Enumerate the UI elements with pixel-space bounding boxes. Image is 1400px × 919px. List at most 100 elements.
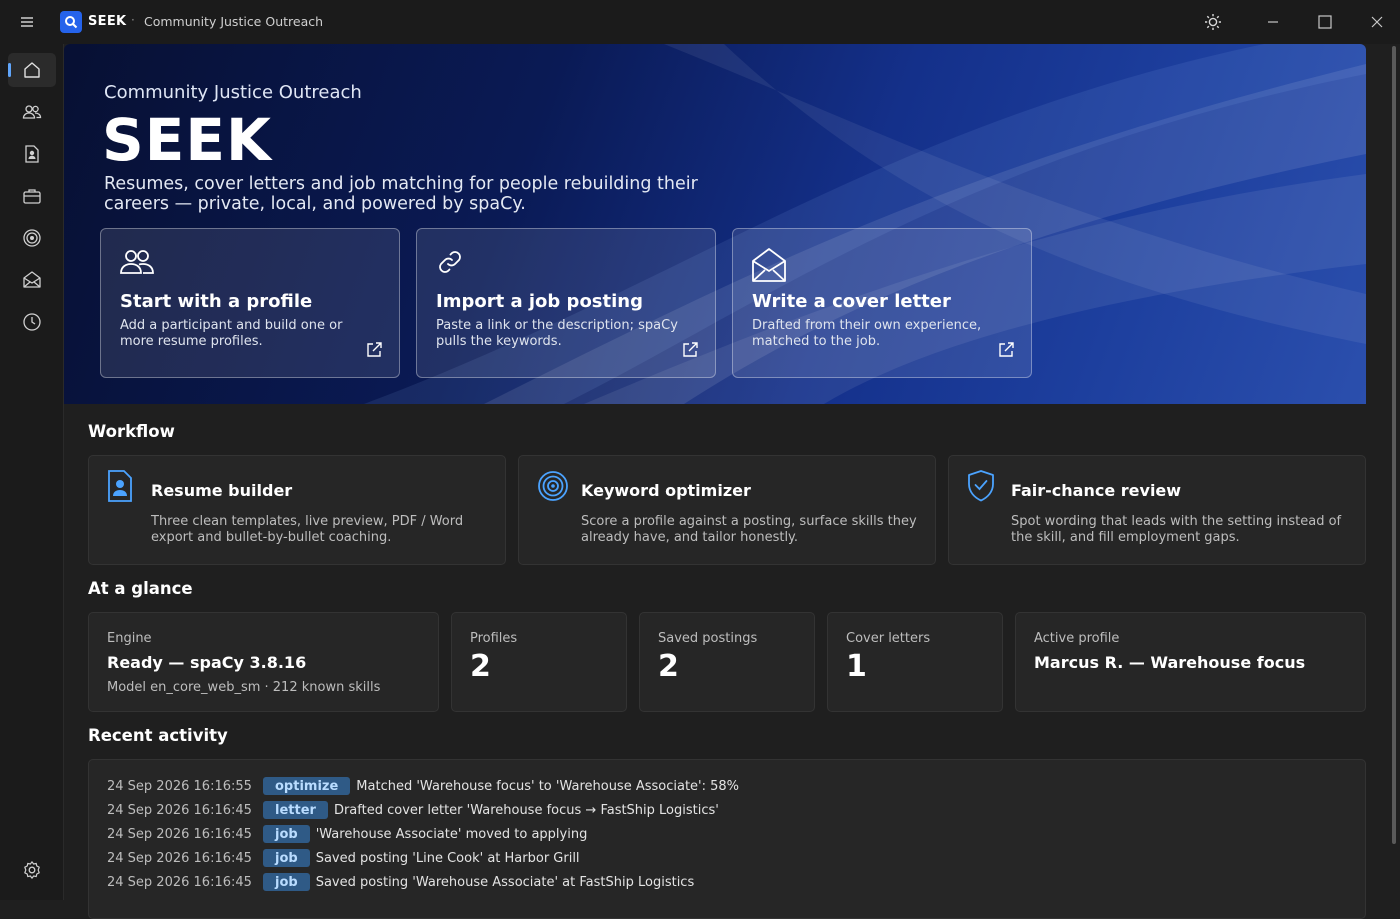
sidebar-item-settings[interactable]	[8, 853, 56, 887]
fair-chance-review-title: Fair-chance review	[1011, 481, 1182, 500]
cover-letters-label: Cover letters	[846, 631, 931, 646]
target-icon	[23, 229, 41, 247]
activity-time: 24 Sep 2026 16:16:45	[107, 874, 252, 890]
people-icon	[22, 105, 42, 119]
profiles-label: Profiles	[470, 631, 518, 646]
app-logo-search-icon	[60, 11, 82, 33]
main-content: Community Justice Outreach SEEK Resumes,…	[64, 44, 1366, 919]
envelope-open-icon	[751, 247, 787, 287]
gear-icon	[24, 861, 40, 879]
activity-row: 24 Sep 2026 16:16:45 job Saved posting '…	[107, 848, 580, 868]
briefcase-icon	[23, 189, 41, 204]
title-separator: ·	[131, 13, 135, 27]
saved-postings-stat-card[interactable]: Saved postings 2	[639, 612, 815, 712]
resume-builder-title: Resume builder	[151, 481, 293, 500]
activity-row: 24 Sep 2026 16:16:45 job 'Warehouse Asso…	[107, 824, 587, 844]
profile-document-icon	[107, 470, 133, 506]
profiles-count: 2	[470, 649, 491, 684]
activity-row: 24 Sep 2026 16:16:45 job Saved posting '…	[107, 872, 694, 892]
activity-message: Saved posting 'Line Cook' at Harbor Gril…	[315, 850, 580, 866]
active-profile-value: Marcus R. — Warehouse focus	[1034, 653, 1306, 672]
activity-time: 24 Sep 2026 16:16:45	[107, 850, 252, 866]
title-bar: SEEK · Community Justice Outreach	[0, 0, 1400, 44]
resume-builder-card[interactable]: Resume builder Three clean templates, li…	[88, 455, 506, 565]
recent-activity-heading: Recent activity	[88, 726, 228, 745]
hero-organization: Community Justice Outreach	[104, 82, 362, 103]
keyword-optimizer-title: Keyword optimizer	[581, 481, 751, 500]
shield-check-icon	[967, 470, 995, 506]
hero-subtitle: Resumes, cover letters and job matching …	[104, 174, 698, 214]
sidebar-nav	[0, 44, 64, 900]
hero-title: SEEK	[102, 106, 272, 174]
activity-message: Matched 'Warehouse focus' to 'Warehouse …	[356, 778, 740, 794]
cover-letters-stat-card[interactable]: Cover letters 1	[827, 612, 1003, 712]
active-profile-label: Active profile	[1034, 631, 1120, 646]
sidebar-item-home[interactable]	[8, 53, 56, 87]
close-window-icon[interactable]	[1362, 8, 1392, 36]
activity-message: Drafted cover letter 'Warehouse focus → …	[333, 802, 719, 818]
keyword-optimizer-card[interactable]: Keyword optimizer Score a profile agains…	[518, 455, 936, 565]
activity-message: 'Warehouse Associate' moved to applying	[315, 826, 588, 842]
engine-model-info: Model en_core_web_sm · 212 known skills	[107, 680, 381, 695]
keyword-optimizer-desc: Score a profile against a posting, surfa…	[581, 514, 917, 545]
profile-document-icon	[25, 145, 39, 163]
activity-tag: job	[263, 849, 310, 867]
start-profile-title: Start with a profile	[120, 291, 313, 312]
external-link-icon	[681, 341, 699, 363]
activity-tag: job	[263, 873, 310, 891]
organization-name: Community Justice Outreach	[144, 14, 324, 29]
activity-row: 24 Sep 2026 16:16:55 optimize Matched 'W…	[107, 776, 739, 796]
sidebar-item-participants[interactable]	[8, 95, 56, 129]
hero-banner: Community Justice Outreach SEEK Resumes,…	[64, 44, 1366, 404]
engine-label: Engine	[107, 631, 152, 646]
activity-row: 24 Sep 2026 16:16:45 letter Drafted cove…	[107, 800, 719, 820]
activity-time: 24 Sep 2026 16:16:45	[107, 802, 252, 818]
sidebar-item-letters[interactable]	[8, 263, 56, 297]
saved-postings-count: 2	[658, 649, 679, 684]
activity-tag: letter	[263, 801, 328, 819]
cover-letter-card[interactable]: Write a cover letter Drafted from their …	[732, 228, 1032, 378]
saved-postings-label: Saved postings	[658, 631, 758, 646]
app-name: SEEK	[88, 14, 127, 29]
profiles-stat-card[interactable]: Profiles 2	[451, 612, 627, 712]
cover-letter-title: Write a cover letter	[752, 291, 951, 312]
import-job-title: Import a job posting	[436, 291, 643, 312]
activity-tag: optimize	[263, 777, 351, 795]
cover-letter-desc: Drafted from their own experience, match…	[752, 318, 982, 349]
start-profile-card[interactable]: Start with a profile Add a participant a…	[100, 228, 400, 378]
active-profile-stat-card[interactable]: Active profile Marcus R. — Warehouse foc…	[1015, 612, 1366, 712]
theme-toggle-sun-icon[interactable]	[1198, 8, 1228, 36]
engine-value: Ready — spaCy 3.8.16	[107, 653, 307, 672]
activity-time: 24 Sep 2026 16:16:45	[107, 826, 252, 842]
external-link-icon	[997, 341, 1015, 363]
activity-time: 24 Sep 2026 16:16:55	[107, 778, 252, 794]
import-job-card[interactable]: Import a job posting Paste a link or the…	[416, 228, 716, 378]
start-profile-desc: Add a participant and build one or more …	[120, 318, 343, 349]
sidebar-item-optimizer[interactable]	[8, 221, 56, 255]
home-icon	[24, 62, 40, 78]
activity-message: Saved posting 'Warehouse Associate' at F…	[315, 874, 695, 890]
target-icon	[537, 470, 569, 506]
external-link-icon	[365, 341, 383, 363]
workflow-heading: Workflow	[88, 422, 175, 441]
main-scrollbar[interactable]	[1392, 46, 1396, 844]
engine-stat-card: Engine Ready — spaCy 3.8.16 Model en_cor…	[88, 612, 439, 712]
fair-chance-review-card[interactable]: Fair-chance review Spot wording that lea…	[948, 455, 1366, 565]
hamburger-menu-icon[interactable]	[14, 11, 40, 33]
import-job-desc: Paste a link or the description; spaCy p…	[436, 318, 678, 349]
envelope-icon	[23, 271, 41, 288]
resume-builder-desc: Three clean templates, live preview, PDF…	[151, 514, 464, 545]
sidebar-item-jobs[interactable]	[8, 179, 56, 213]
minimize-window-icon[interactable]	[1258, 8, 1288, 36]
activity-tag: job	[263, 825, 310, 843]
sidebar-item-resumes[interactable]	[8, 137, 56, 171]
recent-activity-list: 24 Sep 2026 16:16:55 optimize Matched 'W…	[88, 759, 1366, 919]
at-a-glance-heading: At a glance	[88, 579, 193, 598]
cover-letters-count: 1	[846, 649, 867, 684]
clock-icon	[23, 313, 41, 331]
link-icon	[435, 247, 465, 281]
people-icon	[119, 247, 155, 281]
maximize-window-icon[interactable]	[1310, 8, 1340, 36]
fair-chance-review-desc: Spot wording that leads with the setting…	[1011, 514, 1342, 545]
sidebar-item-history[interactable]	[8, 305, 56, 339]
